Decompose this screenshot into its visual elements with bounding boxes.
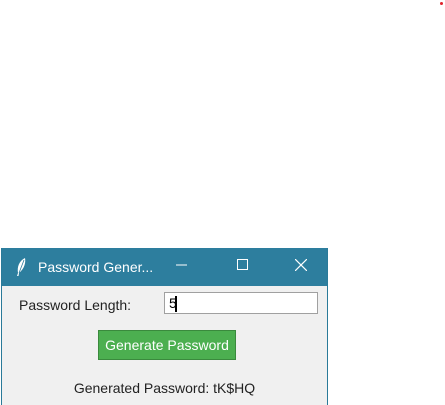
minimize-icon <box>176 258 188 276</box>
title-bar[interactable]: Password Gener... <box>2 248 327 286</box>
password-length-input[interactable] <box>164 292 318 314</box>
close-button[interactable] <box>278 248 324 286</box>
password-length-label: Password Length: <box>19 297 132 313</box>
generate-password-button[interactable]: Generate Password <box>98 330 236 360</box>
window-content: Password Length: Generate Password Gener… <box>2 286 327 405</box>
window-title: Password Gener... <box>38 259 154 275</box>
minimize-button[interactable] <box>159 248 205 286</box>
app-window: Password Gener... Password Length: Gener… <box>1 248 328 405</box>
text-caret <box>175 296 177 312</box>
feather-icon <box>14 257 28 277</box>
generated-password-text: Generated Password: tK$HQ <box>73 380 256 396</box>
red-dot-marker <box>440 2 443 5</box>
maximize-icon <box>237 258 249 276</box>
close-icon <box>294 258 308 276</box>
maximize-button[interactable] <box>220 248 266 286</box>
